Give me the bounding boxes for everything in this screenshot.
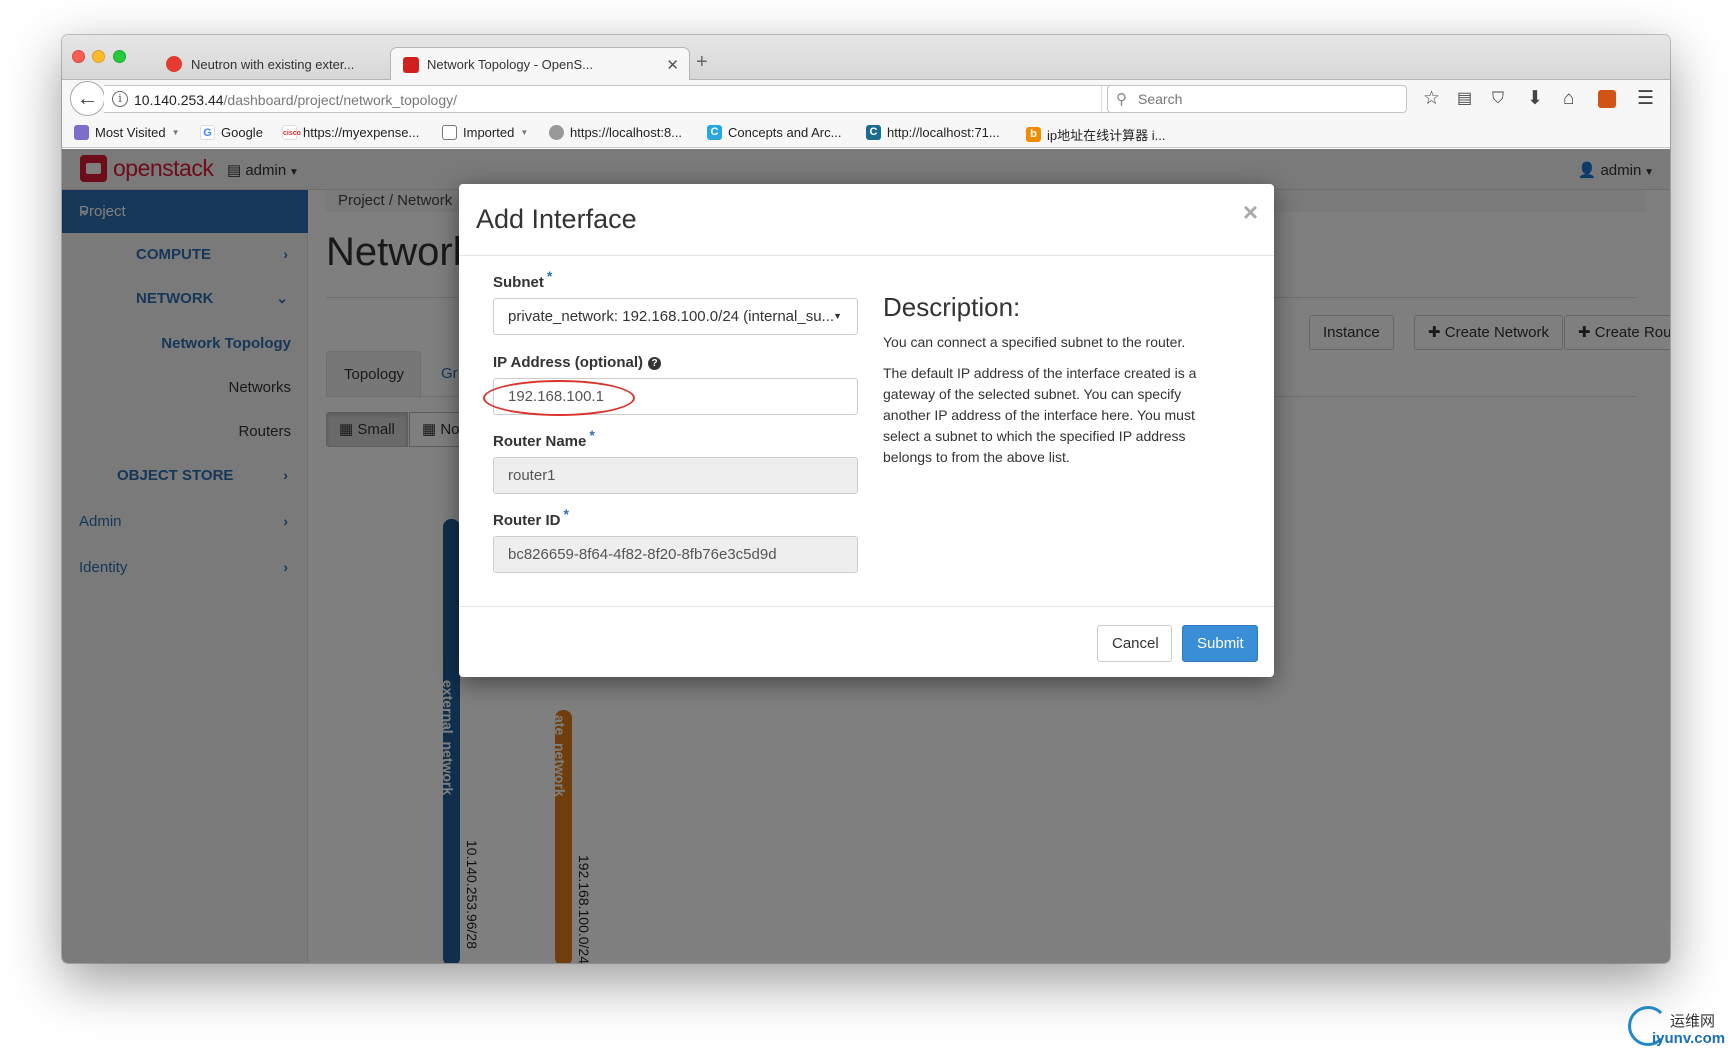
menu-hamburger-icon[interactable]: ☰	[1637, 88, 1654, 110]
browser-tab-network-topology[interactable]: Network Topology - OpenS... ✕	[390, 47, 690, 81]
router-name-label: Router Name *	[493, 427, 595, 450]
iyunv-watermark: 运维网 iyunv.com	[1628, 1006, 1733, 1052]
label-text: Router ID	[493, 512, 561, 529]
modal-title: Add Interface	[476, 204, 637, 234]
submit-button[interactable]: Submit	[1182, 625, 1258, 662]
bookmark-star-icon[interactable]: ☆	[1423, 88, 1440, 110]
info-icon[interactable]: i	[112, 91, 128, 107]
google-icon: G	[200, 125, 215, 140]
bookmark-label: Most Visited	[95, 125, 166, 140]
cisco-icon: cisco	[282, 125, 301, 140]
back-arrow-icon[interactable]: ←	[70, 81, 105, 116]
bookmark-myexpense[interactable]: cisco https://myexpense...	[282, 125, 419, 140]
cancel-button[interactable]: Cancel	[1097, 625, 1172, 662]
ublock-extension-icon[interactable]	[1598, 90, 1616, 108]
confluence-icon: C	[866, 125, 881, 140]
bookmark-localhost-8[interactable]: https://localhost:8...	[549, 125, 682, 140]
required-asterisk: *	[563, 506, 569, 522]
minimize-window-button[interactable]	[92, 50, 105, 63]
modal-footer: Cancel Submit	[459, 606, 1274, 677]
description-text: The default IP address of the interface …	[883, 365, 1197, 465]
reading-list-icon[interactable]: ▤	[1457, 88, 1472, 110]
folder-icon	[442, 125, 457, 140]
watermark-cn: 运维网	[1670, 1013, 1716, 1030]
navigation-bar: ← i 10.140.253.44/dashboard/project/netw…	[62, 80, 1670, 118]
home-icon[interactable]: ⌂	[1563, 88, 1574, 110]
required-asterisk: *	[589, 427, 595, 443]
tab-strip: Neutron with existing exter... ✕ Network…	[62, 35, 1670, 81]
tab-favicon	[403, 57, 419, 73]
search-input[interactable]	[1136, 90, 1396, 108]
search-icon: ⚲	[1116, 91, 1127, 108]
bookmark-google[interactable]: G Google	[200, 125, 263, 140]
annotation-highlight-ellipse	[483, 380, 635, 416]
watermark-site: iyunv.com	[1652, 1030, 1726, 1047]
router-id-label: Router ID *	[493, 506, 569, 529]
close-icon[interactable]: ×	[1243, 197, 1258, 228]
bookmark-label: http://localhost:71...	[887, 125, 1000, 140]
label-text: IP Address (optional)	[493, 354, 644, 371]
url-bar[interactable]: i 10.140.253.44/dashboard/project/networ…	[104, 85, 1138, 113]
bookmark-label: Google	[221, 125, 263, 140]
most-visited-icon	[74, 125, 89, 140]
label-text: Subnet	[493, 274, 544, 291]
url-text[interactable]: 10.140.253.44/dashboard/project/network_…	[134, 92, 457, 108]
bookmark-label: Imported	[463, 125, 515, 140]
bing-icon: b	[1026, 127, 1041, 142]
router-name-input[interactable]	[493, 457, 858, 494]
add-interface-modal: Add Interface × Subnet * private_network:…	[459, 184, 1274, 677]
tab-title: Network Topology - OpenS...	[427, 57, 593, 72]
pocket-icon[interactable]: ⛉	[1492, 88, 1504, 110]
close-window-button[interactable]	[72, 50, 85, 63]
chevron-down-icon: ▼	[171, 128, 180, 137]
subnet-select[interactable]: private_network: 192.168.100.0/24 (inter…	[493, 298, 858, 335]
caret-down-icon: ▼	[833, 311, 842, 321]
confluence-icon: C	[707, 125, 722, 140]
bookmark-ip-calculator[interactable]: b ip地址在线计算器 i...	[1026, 125, 1165, 144]
description-title: Description:	[883, 292, 1021, 322]
bookmark-concepts[interactable]: C Concepts and Arc...	[707, 125, 841, 140]
subnet-selected-value: private_network: 192.168.100.0/24 (inter…	[508, 308, 835, 325]
bookmark-label: https://localhost:8...	[570, 125, 683, 140]
subnet-label: Subnet *	[493, 268, 552, 291]
modal-header: Add Interface ×	[459, 184, 1274, 256]
new-tab-icon[interactable]: +	[696, 51, 708, 74]
search-bar[interactable]: ⚲	[1107, 85, 1407, 113]
bookmark-imported[interactable]: Imported ▼	[442, 125, 528, 140]
ip-address-label: IP Address (optional)?	[493, 354, 662, 371]
required-asterisk: *	[546, 268, 553, 284]
tab-close-icon[interactable]: ✕	[666, 56, 679, 74]
tab-title: Neutron with existing exter...	[191, 56, 355, 72]
url-path: /dashboard/project/network_topology/	[223, 92, 458, 108]
bookmark-label: Concepts and Arc...	[728, 125, 842, 140]
bookmark-label: https://myexpense...	[303, 125, 420, 140]
description-text: You can connect a specified subnet to th…	[883, 334, 1186, 350]
router-id-input[interactable]	[493, 536, 858, 573]
chevron-down-icon: ▼	[520, 128, 529, 137]
zoom-window-button[interactable]	[113, 50, 126, 63]
download-icon[interactable]: ⬇	[1527, 88, 1543, 110]
help-question-icon[interactable]: ?	[648, 357, 662, 370]
tab-favicon	[166, 56, 182, 72]
bookmarks-toolbar: Most Visited ▼ G Google cisco https://mye…	[62, 118, 1670, 148]
url-host: 10.140.253.44	[134, 92, 224, 108]
bookmark-most-visited[interactable]: Most Visited ▼	[74, 125, 180, 140]
bookmark-localhost-71[interactable]: C http://localhost:71...	[866, 125, 1000, 140]
bookmark-label: ip地址在线计算器 i...	[1047, 128, 1166, 143]
globe-icon	[549, 125, 564, 140]
label-text: Router Name	[493, 433, 587, 450]
